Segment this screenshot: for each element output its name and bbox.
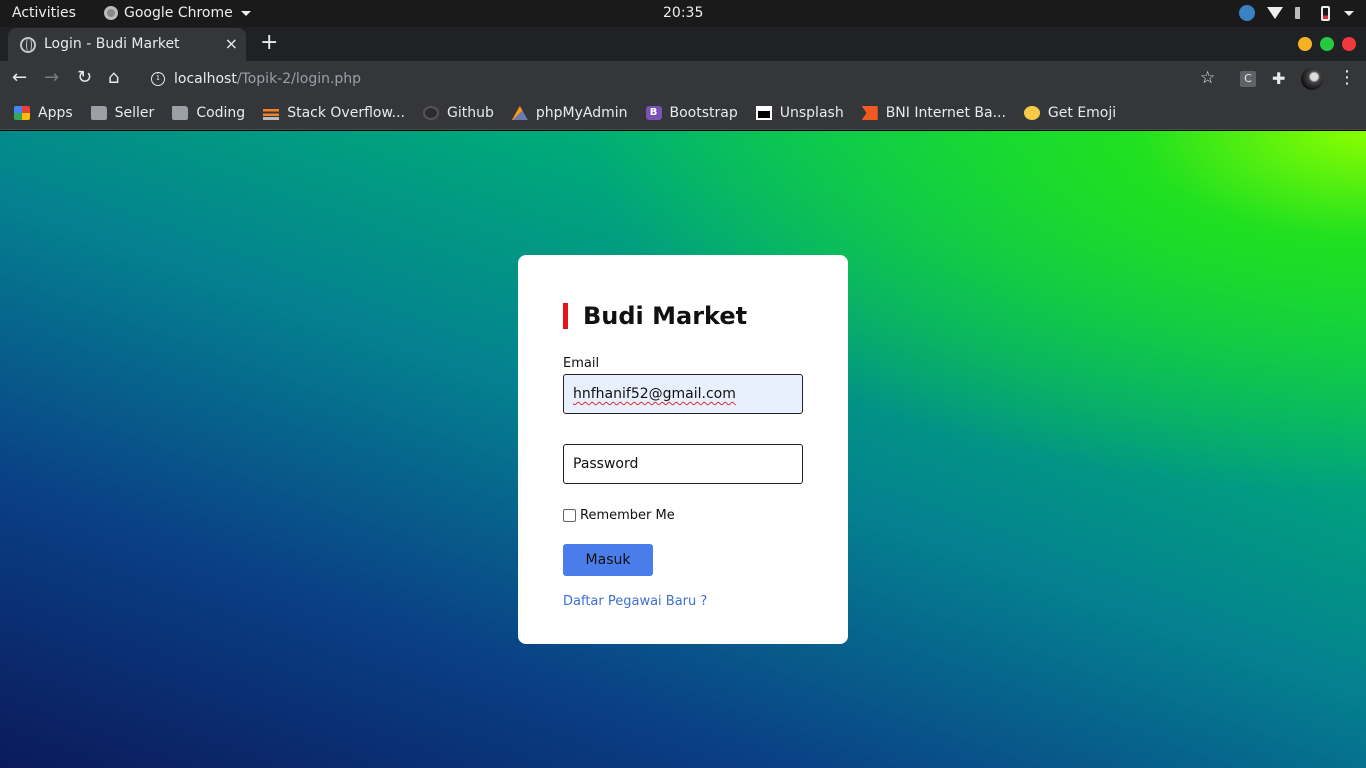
bookmark-label: Unsplash xyxy=(779,105,844,121)
bookmark-phpmyadmin[interactable]: phpMyAdmin xyxy=(511,105,628,121)
bookmarks-bar: Apps Seller Coding Stack Overflow... Git… xyxy=(0,97,1366,130)
phpmyadmin-icon xyxy=(511,106,528,120)
emoji-icon xyxy=(1023,106,1040,120)
stackoverflow-icon xyxy=(263,106,280,120)
remember-label[interactable]: Remember Me xyxy=(580,508,675,523)
bootstrap-icon: B xyxy=(645,106,662,120)
remember-checkbox[interactable] xyxy=(563,509,576,522)
network-globe-icon xyxy=(1239,5,1255,21)
system-top-bar: Activities Google Chrome 20:35 xyxy=(0,0,1366,27)
menu-kebab-icon[interactable]: ⋮ xyxy=(1338,67,1356,88)
bookmark-bootstrap[interactable]: B Bootstrap xyxy=(645,105,738,121)
browser-toolbar: ← → ↻ ⌂ i localhost/Topik-2/login.php ☆ … xyxy=(0,61,1366,97)
bookmark-label: BNI Internet Ba... xyxy=(885,105,1006,121)
extensions-puzzle-icon[interactable]: ✚ xyxy=(1272,69,1285,88)
window-controls xyxy=(1298,37,1356,51)
bookmark-label: Seller xyxy=(114,105,155,121)
bni-icon xyxy=(861,106,878,120)
extension-c-icon[interactable]: C xyxy=(1240,71,1256,87)
bookmark-github[interactable]: Github xyxy=(423,105,494,121)
profile-avatar[interactable] xyxy=(1301,68,1323,90)
remember-me[interactable]: Remember Me xyxy=(563,508,675,523)
url-path: /Topik-2/login.php xyxy=(236,71,362,87)
url-text[interactable]: localhost/Topik-2/login.php xyxy=(174,71,361,87)
reload-icon[interactable]: ↻ xyxy=(77,67,92,89)
forward-arrow-icon[interactable]: → xyxy=(44,67,59,89)
bookmark-label: Apps xyxy=(38,105,73,121)
bookmark-label: Get Emoji xyxy=(1047,105,1117,121)
close-window-button[interactable] xyxy=(1342,37,1356,51)
tab-title: Login - Budi Market xyxy=(44,36,180,52)
github-icon xyxy=(423,106,439,120)
bookmark-unsplash[interactable]: Unsplash xyxy=(755,105,844,121)
activities-button[interactable]: Activities xyxy=(12,5,76,21)
password-placeholder: Password xyxy=(573,456,639,472)
battery-icon xyxy=(1321,5,1330,21)
bookmark-star-icon[interactable]: ☆ xyxy=(1200,68,1215,88)
email-label: Email xyxy=(563,356,600,371)
folder-icon xyxy=(90,106,107,120)
bookmark-label: Stack Overflow... xyxy=(287,105,405,121)
email-input[interactable]: hnfhanif52@gmail.com xyxy=(563,374,803,414)
password-input[interactable]: Password xyxy=(563,444,803,484)
folder-icon xyxy=(172,106,189,120)
bookmark-stackoverflow[interactable]: Stack Overflow... xyxy=(263,105,405,121)
caret-down-icon xyxy=(240,10,251,16)
globe-icon xyxy=(20,37,36,53)
app-menu[interactable]: Google Chrome xyxy=(104,5,251,21)
bookmark-getemoji[interactable]: Get Emoji xyxy=(1023,105,1117,121)
login-card: Budi Market Email hnfhanif52@gmail.com P… xyxy=(518,255,848,644)
url-host: localhost xyxy=(174,71,237,87)
bookmark-label: Github xyxy=(447,105,494,121)
home-icon[interactable]: ⌂ xyxy=(108,67,119,89)
back-arrow-icon[interactable]: ← xyxy=(12,67,27,89)
register-link[interactable]: Daftar Pegawai Baru ? xyxy=(563,594,707,609)
bookmark-coding[interactable]: Coding xyxy=(172,105,245,121)
apps-icon xyxy=(14,106,30,120)
system-tray[interactable] xyxy=(1239,5,1354,21)
new-tab-button[interactable]: + xyxy=(260,30,278,55)
email-value: hnfhanif52@gmail.com xyxy=(573,386,736,402)
brand-title: Budi Market xyxy=(563,303,747,329)
bookmark-label: Coding xyxy=(196,105,246,121)
address-bar[interactable]: i localhost/Topik-2/login.php xyxy=(140,63,1230,95)
volume-icon xyxy=(1295,7,1309,19)
login-button[interactable]: Masuk xyxy=(563,544,653,576)
unsplash-icon xyxy=(755,106,772,120)
bookmark-label: Bootstrap xyxy=(669,105,738,121)
info-icon[interactable]: i xyxy=(151,72,165,86)
maximize-button[interactable] xyxy=(1320,37,1334,51)
clock[interactable]: 20:35 xyxy=(663,5,703,21)
bookmark-apps[interactable]: Apps xyxy=(14,105,73,121)
app-menu-label: Google Chrome xyxy=(124,5,233,21)
tab-strip: Login - Budi Market × + xyxy=(0,27,1366,61)
bookmark-bni[interactable]: BNI Internet Ba... xyxy=(861,105,1006,121)
page-background: Budi Market Email hnfhanif52@gmail.com P… xyxy=(0,131,1366,768)
tab-login[interactable]: Login - Budi Market × xyxy=(8,28,246,61)
tab-close-icon[interactable]: × xyxy=(225,34,238,53)
wifi-icon xyxy=(1267,7,1283,19)
tray-caret-down-icon xyxy=(1344,10,1354,16)
chrome-icon xyxy=(104,6,118,20)
bookmark-label: phpMyAdmin xyxy=(535,105,628,121)
minimize-button[interactable] xyxy=(1298,37,1312,51)
bookmark-seller[interactable]: Seller xyxy=(90,105,155,121)
